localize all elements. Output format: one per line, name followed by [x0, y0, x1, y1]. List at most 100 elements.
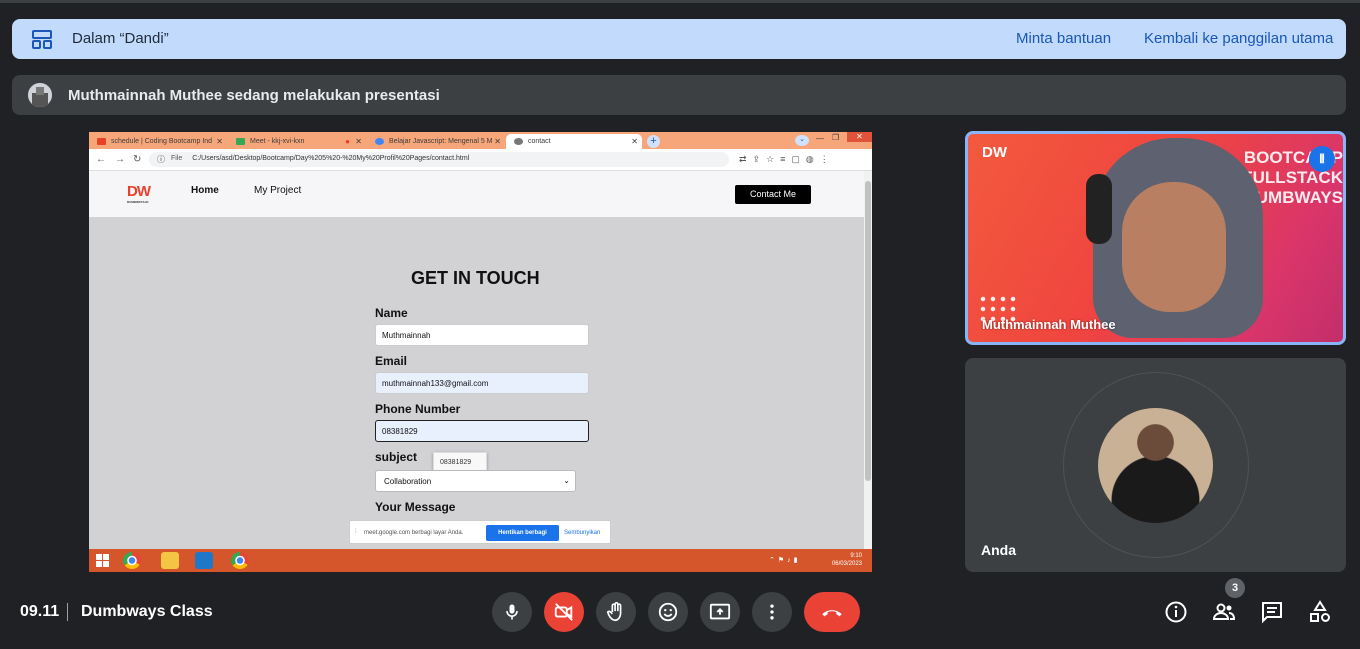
speaking-indicator-icon: ⦀ — [1309, 146, 1335, 172]
people-button[interactable] — [1212, 600, 1236, 624]
emoji-icon — [658, 602, 678, 622]
return-to-main-call-link[interactable]: Kembali ke panggilan utama — [1144, 30, 1333, 47]
browser-extension-icons[interactable]: ⇄⇪☆≡▢◍⋮ — [739, 154, 835, 165]
presentation-notice: Muthmainnah Muthee sedang melakukan pres… — [12, 75, 1346, 115]
address-bar[interactable]: ⓘ File C:/Users/asd/Desktop/Bootcamp/Day… — [149, 152, 729, 167]
name-label: Name — [375, 306, 408, 320]
microphone-button[interactable] — [492, 592, 532, 632]
shared-screen: schedule | Coding Bootcamp Ind ✕ Meet - … — [89, 132, 872, 572]
message-label: Your Message — [375, 500, 456, 514]
more-options-button[interactable] — [752, 592, 792, 632]
file-explorer-icon[interactable] — [161, 552, 179, 569]
meeting-name: Dumbways Class — [81, 603, 213, 620]
vscode-icon[interactable] — [195, 552, 213, 569]
hand-icon — [606, 602, 622, 622]
camera-off-button[interactable] — [544, 592, 584, 632]
browser-tab[interactable]: Belajar Javascript: Mengenal 5 M ✕ — [367, 134, 505, 149]
breakout-room-title: Dalam “Dandi” — [72, 30, 169, 47]
hide-notice-button[interactable]: Sembunyikan — [564, 530, 600, 536]
tab-search-icon[interactable]: ⌄ — [795, 135, 809, 146]
meeting-details-button[interactable] — [1164, 600, 1188, 624]
nav-home-link[interactable]: Home — [191, 185, 219, 196]
phone-label: Phone Number — [375, 402, 461, 416]
participant-tile-self[interactable]: Anda — [965, 358, 1346, 572]
address-scheme: File — [171, 155, 183, 162]
form-title: GET IN TOUCH — [411, 268, 540, 288]
close-tab-icon[interactable]: ✕ — [355, 137, 362, 146]
chrome-icon[interactable] — [123, 552, 141, 569]
activities-icon — [1310, 600, 1330, 622]
windows-start-icon[interactable] — [93, 552, 113, 569]
present-screen-button[interactable] — [700, 592, 740, 632]
browser-tab[interactable]: schedule | Coding Bootcamp Ind ✕ — [89, 134, 227, 149]
maximize-icon[interactable]: ❐ — [832, 133, 839, 142]
presentation-notice-text: Muthmainnah Muthee sedang melakukan pres… — [68, 87, 440, 104]
call-controls-bar: 09.11 Dumbways Class 3 — [0, 578, 1360, 649]
logo-subtext: DUMBWAYS.ID — [127, 200, 149, 204]
windows-taskbar: ⌃⚑♪▮ 9:10 06/03/2023 — [89, 549, 872, 572]
tab-favicon-icon — [375, 138, 384, 145]
browser-tab[interactable]: Meet - kkj-xvi-kxn ● ✕ — [228, 134, 366, 149]
tab-label: Meet - kkj-xvi-kxn — [250, 138, 305, 145]
leave-call-button[interactable] — [804, 592, 860, 632]
screen-share-notice: ⁞ meet.google.com berbagi layar Anda. He… — [349, 520, 611, 544]
email-field[interactable]: muthmainnah133@gmail.com — [375, 372, 589, 394]
divider — [67, 603, 68, 621]
scrollbar-thumb[interactable] — [865, 181, 871, 481]
meeting-clock: 09.11 — [20, 603, 60, 620]
browser-tab-active[interactable]: contact ✕ — [506, 134, 642, 149]
chrome-profile-icon[interactable] — [231, 552, 249, 569]
camera-off-icon — [554, 603, 573, 621]
autofill-suggestion[interactable]: 08381829 — [433, 452, 487, 472]
dumbways-logo-overlay: DW — [982, 144, 1007, 161]
microphone-icon — [506, 604, 518, 620]
people-count-badge: 3 — [1225, 578, 1245, 598]
address-url: C:/Users/asd/Desktop/Bootcamp/Day%205%20… — [192, 155, 470, 162]
system-tray-icons[interactable]: ⌃⚑♪▮ — [769, 556, 801, 564]
subject-label: subject — [375, 450, 418, 464]
page-scrollbar[interactable] — [864, 171, 872, 549]
reactions-button[interactable] — [648, 592, 688, 632]
name-field[interactable]: Muthmainnah — [375, 324, 589, 346]
new-tab-button[interactable]: + — [647, 135, 660, 148]
info-icon[interactable]: ⓘ — [157, 154, 165, 165]
phone-field[interactable]: 08381829 — [375, 420, 589, 442]
chevron-down-icon: ⌄ — [563, 476, 570, 485]
taskbar-date: 06/03/2023 — [831, 561, 862, 567]
chat-button[interactable] — [1260, 600, 1284, 624]
recording-dot-icon: ● — [345, 137, 350, 146]
breakout-room-banner: Dalam “Dandi” Minta bantuan Kembali ke p… — [12, 19, 1346, 59]
subject-select[interactable]: Collaboration ⌄ — [375, 470, 576, 492]
activities-button[interactable] — [1308, 600, 1332, 624]
close-window-icon[interactable]: ✕ — [847, 132, 872, 142]
presenter-avatar — [28, 83, 52, 107]
share-notice-text: meet.google.com berbagi layar Anda. — [364, 530, 464, 536]
participant-name: Anda — [981, 542, 1016, 558]
info-icon — [1165, 601, 1187, 623]
reload-icon[interactable]: ↻ — [133, 154, 141, 165]
end-call-icon — [822, 610, 842, 617]
participant-tile-presenter[interactable]: DW BOOTCAMP FULLSTACK DUMBWAYS ⦀ Muthmai… — [965, 131, 1346, 345]
minimize-icon[interactable]: — — [816, 134, 824, 143]
ask-for-help-link[interactable]: Minta bantuan — [1016, 30, 1111, 47]
forward-icon[interactable]: → — [115, 154, 125, 165]
tab-favicon-icon — [97, 138, 106, 145]
close-tab-icon[interactable]: ✕ — [631, 137, 638, 146]
stop-sharing-button[interactable]: Hentikan berbagi — [486, 525, 559, 541]
drag-handle-icon[interactable]: ⁞ — [355, 529, 357, 535]
logo-text: DW — [127, 183, 151, 200]
raise-hand-button[interactable] — [596, 592, 636, 632]
participant-video — [1058, 134, 1288, 342]
people-icon — [1212, 603, 1236, 620]
taskbar-time: 9:10 — [850, 553, 862, 559]
subject-selected-value: Collaboration — [384, 477, 432, 486]
nav-my-project-link[interactable]: My Project — [254, 185, 301, 196]
close-tab-icon[interactable]: ✕ — [216, 137, 223, 146]
close-tab-icon[interactable]: ✕ — [494, 137, 501, 146]
browser-tab-strip: schedule | Coding Bootcamp Ind ✕ Meet - … — [89, 132, 872, 149]
back-icon[interactable]: ← — [96, 154, 106, 165]
browser-toolbar: ← → ↻ ⓘ File C:/Users/asd/Desktop/Bootca… — [89, 149, 872, 171]
taskbar-clock[interactable]: 9:10 06/03/2023 — [832, 552, 862, 568]
contact-me-button[interactable]: Contact Me — [735, 185, 811, 204]
more-vert-icon — [770, 604, 774, 620]
